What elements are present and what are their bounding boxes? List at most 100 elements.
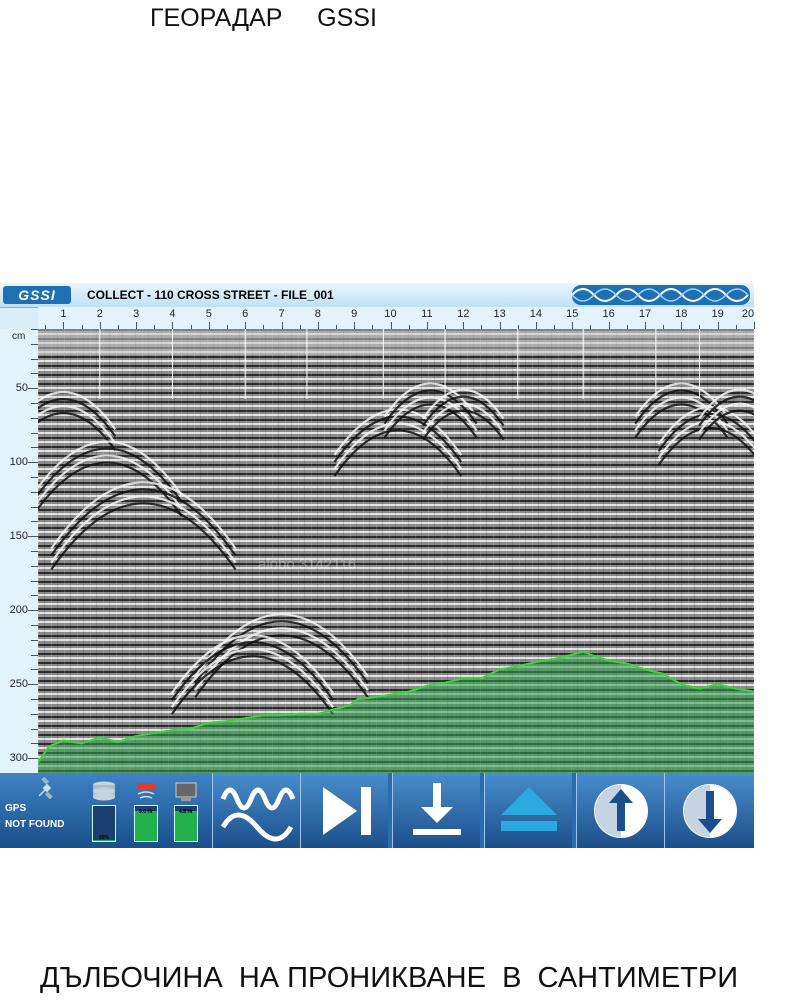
depth-tick-mark bbox=[28, 758, 38, 760]
distance-tick-label: 13 bbox=[493, 308, 506, 320]
distance-tick-mark bbox=[535, 322, 537, 329]
depth-tick-mark bbox=[28, 462, 38, 464]
storage-value: 99% bbox=[98, 835, 109, 841]
distance-tick-label: 11 bbox=[421, 308, 433, 320]
bottom-toolbar: GPS NOT FOUND 99% 9.0 Hr 4.8 Hr bbox=[0, 773, 754, 848]
depth-tick-mark bbox=[31, 343, 38, 345]
gps-status: NOT FOUND bbox=[5, 819, 65, 830]
monitor-icon bbox=[175, 782, 197, 801]
wave-logo-icon bbox=[572, 285, 750, 305]
distance-tick-mark bbox=[572, 322, 574, 329]
depth-tick-mark bbox=[31, 595, 38, 597]
play-next-button[interactable] bbox=[300, 773, 388, 848]
depth-tick-mark bbox=[31, 565, 38, 567]
distance-tick-mark bbox=[717, 322, 719, 329]
wave-settings-button[interactable] bbox=[212, 773, 300, 848]
distance-tick-label: 2 bbox=[96, 308, 103, 320]
distance-tick-label: 19 bbox=[711, 308, 724, 320]
depth-tick-label: 50 bbox=[15, 382, 28, 395]
depth-tick-mark bbox=[31, 491, 38, 493]
distance-tick-mark bbox=[208, 322, 210, 329]
distance-tick-label: 5 bbox=[205, 308, 212, 320]
play-next-icon bbox=[323, 787, 371, 835]
depth-tick-label: 100 bbox=[9, 456, 28, 469]
distance-tick-mark bbox=[499, 322, 501, 329]
horizontal-distance-scale: 1 2 3 4 5 6 7 8 9 10 11 12 13 14 15 16 17 18 19 20 bbox=[38, 307, 755, 330]
distance-tick-label: 14 bbox=[529, 308, 543, 320]
battery-2-value: 4.8 Hr bbox=[179, 809, 193, 815]
download-icon bbox=[413, 783, 461, 835]
waveform-icon bbox=[220, 787, 296, 842]
eject-button[interactable] bbox=[484, 773, 572, 848]
depth-caption: ДЪЛБОЧИНА НА ПРОНИКВАНЕ В САНТИМЕТРИ bbox=[40, 962, 739, 994]
distance-tick-label: 20 bbox=[741, 308, 755, 320]
scroll-up-button[interactable] bbox=[576, 773, 664, 848]
distance-tick-label: 3 bbox=[133, 308, 140, 320]
depth-tick-mark bbox=[31, 551, 38, 552]
distance-tick-mark bbox=[681, 322, 683, 329]
distance-tick-label: 16 bbox=[602, 308, 615, 320]
depth-tick-mark bbox=[31, 403, 38, 404]
radar-antenna-icon bbox=[137, 783, 155, 799]
depth-tick-mark bbox=[31, 477, 38, 478]
save-button[interactable] bbox=[392, 773, 480, 848]
distance-tick-mark bbox=[754, 322, 755, 329]
depth-tick-mark bbox=[31, 699, 38, 700]
distance-tick-label: 9 bbox=[351, 308, 358, 320]
depth-tick-mark bbox=[31, 373, 38, 375]
distance-tick-label: 7 bbox=[278, 308, 285, 320]
depth-tick-mark bbox=[31, 506, 38, 508]
depth-tick-mark bbox=[31, 669, 38, 671]
distance-tick-label: 6 bbox=[242, 308, 249, 320]
distance-tick-mark bbox=[644, 322, 646, 329]
depth-tick-mark bbox=[31, 743, 38, 745]
distance-tick-mark bbox=[281, 322, 283, 329]
distance-tick-mark bbox=[463, 322, 465, 329]
depth-tick-label: 300 bbox=[9, 752, 28, 765]
distance-tick-mark bbox=[99, 322, 101, 329]
distance-tick-mark bbox=[63, 322, 65, 329]
depth-tick-mark bbox=[31, 713, 38, 715]
distance-tick-label: 1 bbox=[60, 308, 67, 320]
watermark-text: alobo 3142116 bbox=[258, 556, 356, 573]
depth-tick-mark bbox=[28, 684, 38, 686]
storage-gauge: 99% bbox=[90, 781, 118, 842]
arrow-down-circle-icon bbox=[683, 784, 737, 838]
depth-unit-label: cm bbox=[12, 331, 26, 342]
gssi-logo: GSSI bbox=[3, 286, 71, 304]
depth-tick-mark bbox=[28, 388, 38, 390]
radargram-view[interactable]: alobo 3142116 bbox=[10, 329, 781, 774]
distance-tick-mark bbox=[354, 322, 356, 329]
depth-tick-mark bbox=[31, 358, 38, 360]
depth-tick-mark bbox=[31, 521, 38, 523]
distance-tick-mark bbox=[317, 322, 319, 329]
arrow-up-circle-icon bbox=[594, 784, 648, 838]
window-title: COLLECT - 110 CROSS STREET - FILE_001 bbox=[87, 288, 334, 302]
distance-tick-mark bbox=[172, 322, 174, 329]
depth-tick-mark bbox=[31, 329, 38, 330]
depth-tick-mark bbox=[28, 610, 38, 612]
distance-tick-label: 15 bbox=[566, 308, 579, 320]
depth-tick-mark bbox=[31, 654, 38, 656]
distance-tick-label: 12 bbox=[457, 308, 470, 320]
eject-icon bbox=[501, 787, 557, 831]
depth-tick-mark bbox=[31, 447, 38, 449]
status-panel: GPS NOT FOUND 99% 9.0 Hr 4.8 Hr bbox=[0, 773, 213, 848]
depth-tick-label: 250 bbox=[9, 678, 28, 691]
distance-tick-mark bbox=[136, 322, 138, 329]
distance-tick-label: 17 bbox=[638, 308, 652, 320]
title-bar: GSSI COLLECT - 110 CROSS STREET - FILE_0… bbox=[0, 283, 754, 308]
depth-tick-mark bbox=[31, 432, 38, 434]
depth-tick-mark bbox=[28, 536, 38, 538]
depth-tick-mark bbox=[31, 639, 38, 641]
distance-tick-mark bbox=[608, 322, 610, 329]
distance-tick-mark bbox=[390, 322, 392, 329]
satellite-icon bbox=[36, 776, 58, 800]
gps-label: GPS bbox=[5, 803, 27, 814]
depth-tick-mark bbox=[31, 417, 38, 419]
depth-tick-mark bbox=[31, 580, 38, 582]
distance-tick-label: 18 bbox=[675, 308, 688, 320]
gssi-collect-window: GSSI COLLECT - 110 CROSS STREET - FILE_0… bbox=[0, 283, 781, 848]
scroll-down-button[interactable] bbox=[664, 773, 754, 848]
distance-tick-mark bbox=[245, 322, 247, 329]
